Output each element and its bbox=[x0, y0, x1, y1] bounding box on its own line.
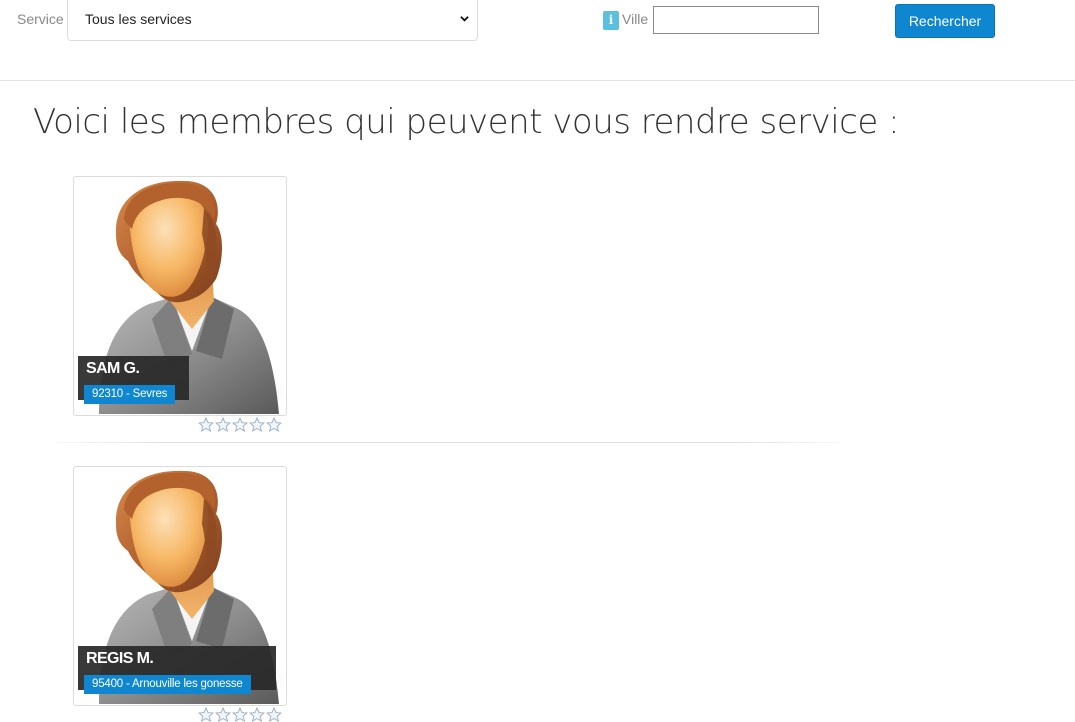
page-title: Voici les membres qui peuvent vous rendr… bbox=[33, 102, 900, 142]
star-outline-icon[interactable] bbox=[266, 707, 282, 722]
divider bbox=[55, 442, 840, 443]
search-button[interactable]: Rechercher bbox=[895, 4, 995, 38]
service-select-value: Tous les services bbox=[85, 11, 192, 27]
ville-label: Ville bbox=[622, 11, 649, 27]
member-location: 95400 - Arnouville les gonesse bbox=[84, 675, 251, 694]
service-select[interactable]: Tous les services bbox=[67, 0, 478, 41]
star-outline-icon[interactable] bbox=[232, 707, 248, 722]
member-name: REGIS M. bbox=[86, 650, 154, 667]
search-bar: Service Tous les services i Ville Recher… bbox=[0, 0, 1075, 81]
member-card[interactable]: SAM G. 92310 - Sevres bbox=[73, 176, 287, 416]
name-plate: REGIS M. 95400 - Arnouville les gonesse bbox=[78, 646, 276, 694]
member-rating[interactable] bbox=[198, 707, 282, 722]
chevron-down-icon bbox=[460, 16, 469, 22]
star-outline-icon[interactable] bbox=[198, 707, 214, 722]
star-outline-icon[interactable] bbox=[249, 417, 265, 432]
member-rating[interactable] bbox=[198, 417, 282, 432]
member-location: 92310 - Sevres bbox=[84, 385, 176, 404]
member-card[interactable]: REGIS M. 95400 - Arnouville les gonesse bbox=[73, 466, 287, 706]
star-outline-icon[interactable] bbox=[249, 707, 265, 722]
info-icon[interactable]: i bbox=[603, 11, 619, 30]
star-outline-icon[interactable] bbox=[266, 417, 282, 432]
star-outline-icon[interactable] bbox=[215, 707, 231, 722]
ville-input[interactable] bbox=[653, 6, 819, 34]
name-plate: SAM G. 92310 - Sevres bbox=[78, 356, 189, 404]
star-outline-icon[interactable] bbox=[198, 417, 214, 432]
star-outline-icon[interactable] bbox=[232, 417, 248, 432]
star-outline-icon[interactable] bbox=[215, 417, 231, 432]
service-label: Service bbox=[17, 11, 64, 27]
member-name: SAM G. bbox=[86, 360, 140, 377]
